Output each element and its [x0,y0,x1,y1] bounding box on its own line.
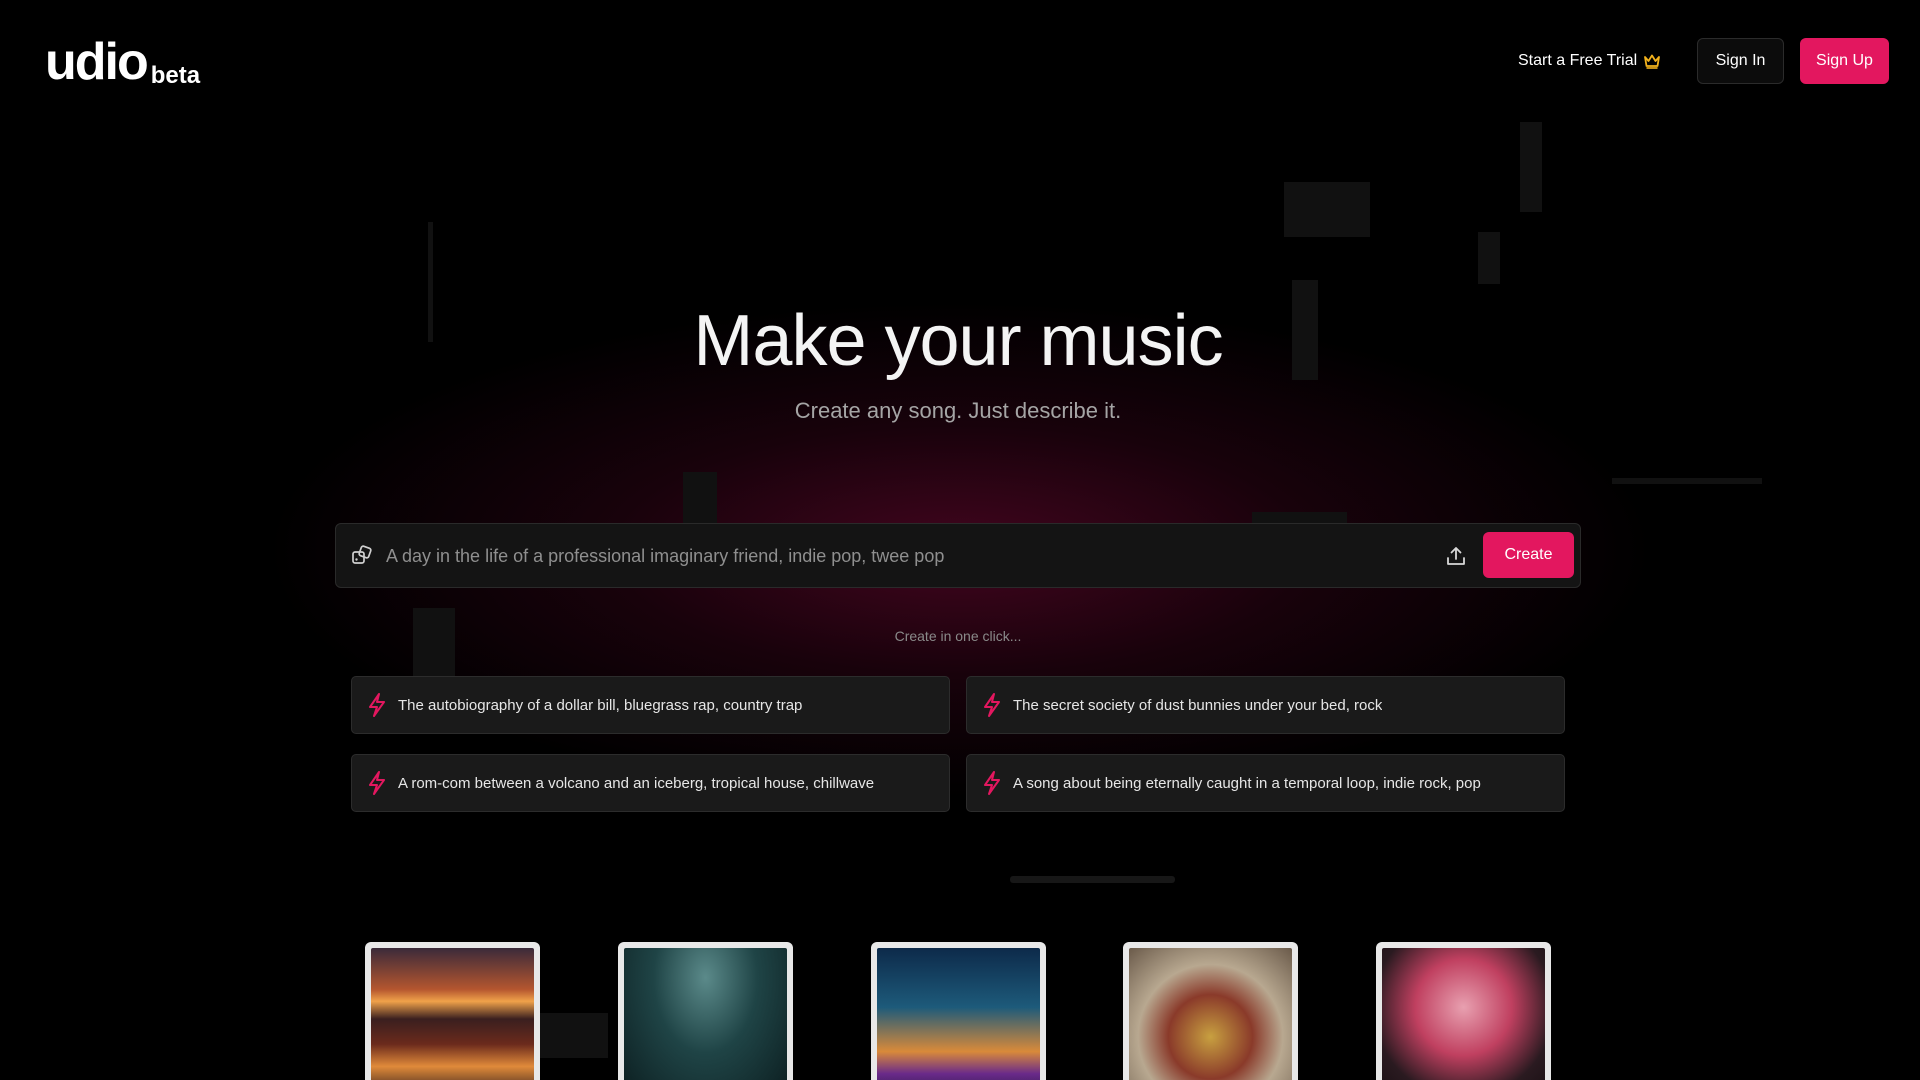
suggestion-item[interactable]: A rom-com between a volcano and an icebe… [351,754,950,812]
suggestion-text: A song about being eternally caught in a… [1013,774,1481,792]
decorative-block [1284,182,1370,237]
crown-icon [1644,54,1661,69]
hero-title: Make your music [693,301,1223,381]
sign-in-button[interactable]: Sign In [1697,38,1784,84]
decorative-block [1478,232,1500,284]
suggestion-text: The secret society of dust bunnies under… [1013,696,1383,714]
carousel-scroll-indicator[interactable] [1010,876,1175,883]
song-description-input[interactable] [386,534,1386,578]
song-prompt-bar: Create [335,523,1581,588]
lightning-bolt-icon [369,693,385,717]
lightning-bolt-icon [984,771,1000,795]
suggestion-item[interactable]: The secret society of dust bunnies under… [966,676,1565,734]
start-free-trial-link[interactable]: Start a Free Trial [1518,48,1661,74]
logo-wordmark: udio [45,33,149,91]
song-card[interactable] [1123,942,1298,1080]
suggestion-item[interactable]: The autobiography of a dollar bill, blue… [351,676,950,734]
suggestion-item[interactable]: A song about being eternally caught in a… [966,754,1565,812]
sign-up-button[interactable]: Sign Up [1800,38,1889,84]
hero-subtitle: Create any song. Just describe it. [794,398,1122,423]
suggestion-text: The autobiography of a dollar bill, blue… [398,696,803,714]
decorative-block [540,1013,608,1058]
decorative-block [1520,122,1542,212]
trial-label: Start a Free Trial [1518,52,1638,69]
song-cover-image [624,948,787,1080]
song-card[interactable] [365,942,540,1080]
song-cover-image [1382,948,1545,1080]
lightning-bolt-icon [984,693,1000,717]
song-card[interactable] [618,942,793,1080]
decorative-block [1612,478,1762,484]
upload-icon[interactable] [1444,544,1468,568]
lightning-bolt-icon [369,771,385,795]
create-button[interactable]: Create [1483,532,1574,578]
song-card[interactable] [871,942,1046,1080]
create-in-one-click-label: Create in one click... [894,628,1022,644]
dice-icon[interactable] [350,544,374,568]
suggestion-text: A rom-com between a volcano and an icebe… [398,774,875,792]
udio-logo[interactable]: udio beta [45,36,200,88]
song-card[interactable] [1376,942,1551,1080]
song-cover-image [877,948,1040,1080]
song-cover-image [371,948,534,1080]
song-cover-image [1129,948,1292,1080]
logo-beta-badge: beta [150,62,201,89]
